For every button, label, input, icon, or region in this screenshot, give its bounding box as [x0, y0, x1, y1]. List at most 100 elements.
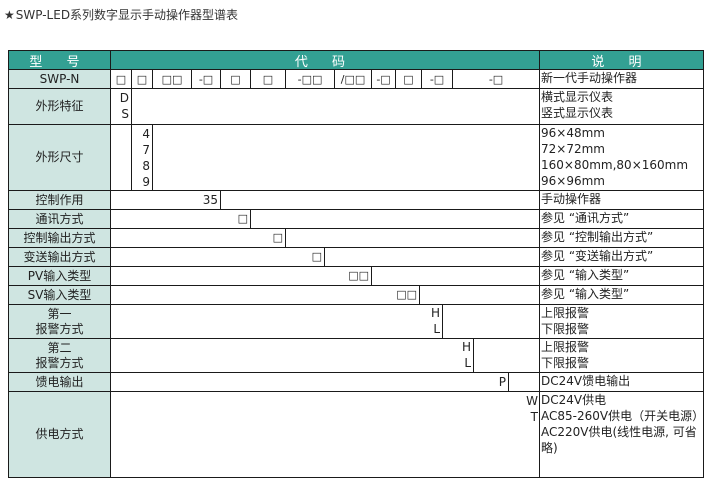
model-table: 型 号 代 码 说 明 SWP-N □ □ □□ -□ □ □ -□□ /□□ … [8, 50, 704, 478]
code-power-t: T [530, 410, 538, 424]
code-cell-power: W T [110, 391, 540, 478]
code-cell-trans-out: □ [110, 247, 325, 267]
desc-pv: 参见 “输入类型” [539, 266, 704, 286]
desc-comm: 参见 “通讯方式” [539, 209, 704, 229]
code-blank-alarm1 [442, 304, 540, 339]
header-desc: 说 明 [539, 50, 704, 70]
code-35: 35 [202, 193, 218, 207]
desc-feed: DC24V馈电输出 [539, 372, 704, 392]
label-line: 报警方式 [35, 321, 84, 336]
pos-1: □ [110, 69, 132, 89]
desc-line: 新一代手动操作器 [541, 71, 638, 85]
pos-7: -□□ [285, 69, 335, 89]
row-label-ctrl-out: 控制输出方式 [8, 228, 111, 248]
code-feed-p: P [498, 375, 506, 389]
desc-power: DC24V供电 AC85-260V供电（开关电源） AC220V供电(线性电源,… [539, 391, 704, 478]
code-cell-shape: D S [110, 88, 132, 125]
code-pv: □□ [348, 269, 369, 282]
desc-alarm2: 上限报警 下限报警 [539, 338, 704, 373]
desc-shape: 横式显示仪表 竖式显示仪表 [539, 88, 704, 125]
code-alarm1-l: L [433, 322, 440, 336]
code-cell-control: 35 [110, 190, 221, 210]
code-blank-size [152, 124, 540, 191]
row-label-sv: SV输入类型 [8, 285, 111, 305]
pos-10: □ [395, 69, 422, 89]
desc-line: 竖式显示仪表 [541, 106, 614, 120]
pos-5: □ [220, 69, 251, 89]
desc-line: 参见 “输入类型” [541, 268, 630, 282]
desc-line: 参见 “输入类型” [541, 287, 630, 301]
row-label-control: 控制作用 [8, 190, 111, 210]
pos-11: -□ [421, 69, 453, 89]
code-blank-ctrl-out [285, 228, 540, 248]
code-d: D [119, 91, 129, 105]
label-line: 第一 [47, 306, 72, 321]
label-line: 报警方式 [35, 355, 84, 370]
pos-9: -□ [371, 69, 396, 89]
desc-sv: 参见 “输入类型” [539, 285, 704, 305]
page-title: ★SWP-LED系列数字显示手动操作器型谱表 [4, 6, 238, 23]
code-blank-feed [508, 372, 540, 392]
code-cell-size-blank [110, 124, 132, 191]
desc-control: 手动操作器 [539, 190, 704, 210]
pos-6: □ [250, 69, 286, 89]
desc-line: AC85-260V供电（开关电源） [541, 409, 704, 423]
desc-line: 上限报警 [541, 340, 590, 354]
code-comm: □ [237, 212, 248, 225]
row-label-trans-out: 变送输出方式 [8, 247, 111, 267]
row-label-pv: PV输入类型 [8, 266, 111, 286]
code-blank-pv [371, 266, 540, 286]
code-alarm2-h: H [461, 340, 471, 354]
header-model: 型 号 [8, 50, 111, 70]
code-cell-pv: □□ [110, 266, 372, 286]
code-s: S [121, 107, 129, 121]
code-cell-ctrl-out: □ [110, 228, 286, 248]
desc-line: 160×80mm,80×160mm [541, 158, 689, 172]
row-label-shape: 外形特征 [8, 88, 111, 125]
desc-size: 96×48mm 72×72mm 160×80mm,80×160mm 96×96m… [539, 124, 704, 191]
code-alarm2-l: L [464, 356, 471, 370]
model-label: SWP-N [8, 69, 111, 89]
row-label-comm: 通讯方式 [8, 209, 111, 229]
code-power-w: W [526, 394, 538, 408]
desc-line: 72×72mm [541, 142, 605, 156]
desc-ctrl-out: 参见 “控制输出方式” [539, 228, 704, 248]
header-code: 代 码 [110, 50, 540, 70]
desc-line: 横式显示仪表 [541, 90, 614, 104]
code-cell-feed: P [110, 372, 509, 392]
label-line: 第二 [47, 340, 72, 355]
code-trans-out: □ [311, 250, 322, 263]
desc-line: 参见 “控制输出方式” [541, 230, 654, 244]
pos-3: □□ [152, 69, 192, 89]
star-icon: ★ [4, 8, 15, 22]
desc-line: 手动操作器 [541, 192, 602, 206]
code-ctrl-out: □ [272, 231, 283, 244]
desc-line: 96×48mm [541, 126, 605, 140]
row-label-feed: 馈电输出 [8, 372, 111, 392]
row-label-alarm2: 第二 报警方式 [8, 338, 111, 373]
desc-line: 参见 “变送输出方式” [541, 249, 654, 263]
desc-line: DC24V馈电输出 [541, 374, 631, 388]
row-label-power: 供电方式 [8, 391, 111, 478]
pos-12: -□ [452, 69, 540, 89]
model-desc: 新一代手动操作器 [539, 69, 704, 89]
desc-line: 上限报警 [541, 306, 590, 320]
pos-8: /□□ [334, 69, 372, 89]
code-cell-alarm2: H L [110, 338, 474, 373]
title-text: SWP-LED系列数字显示手动操作器型谱表 [15, 8, 239, 22]
code-cell-sv: □□ [110, 285, 420, 305]
desc-trans-out: 参见 “变送输出方式” [539, 247, 704, 267]
code-blank-sv [419, 285, 540, 305]
code-blank-trans-out [324, 247, 540, 267]
code-cell-alarm1: H L [110, 304, 443, 339]
code-4: 4 [142, 127, 150, 141]
pos-4: -□ [191, 69, 221, 89]
row-label-size: 外形尺寸 [8, 124, 111, 191]
code-blank-alarm2 [473, 338, 540, 373]
code-7: 7 [142, 143, 150, 157]
desc-line: AC220V供电(线性电源, 可省略) [541, 425, 697, 455]
code-blank-control [220, 190, 540, 210]
code-blank-shape [131, 88, 540, 125]
code-8: 8 [142, 159, 150, 173]
code-9: 9 [142, 175, 150, 189]
